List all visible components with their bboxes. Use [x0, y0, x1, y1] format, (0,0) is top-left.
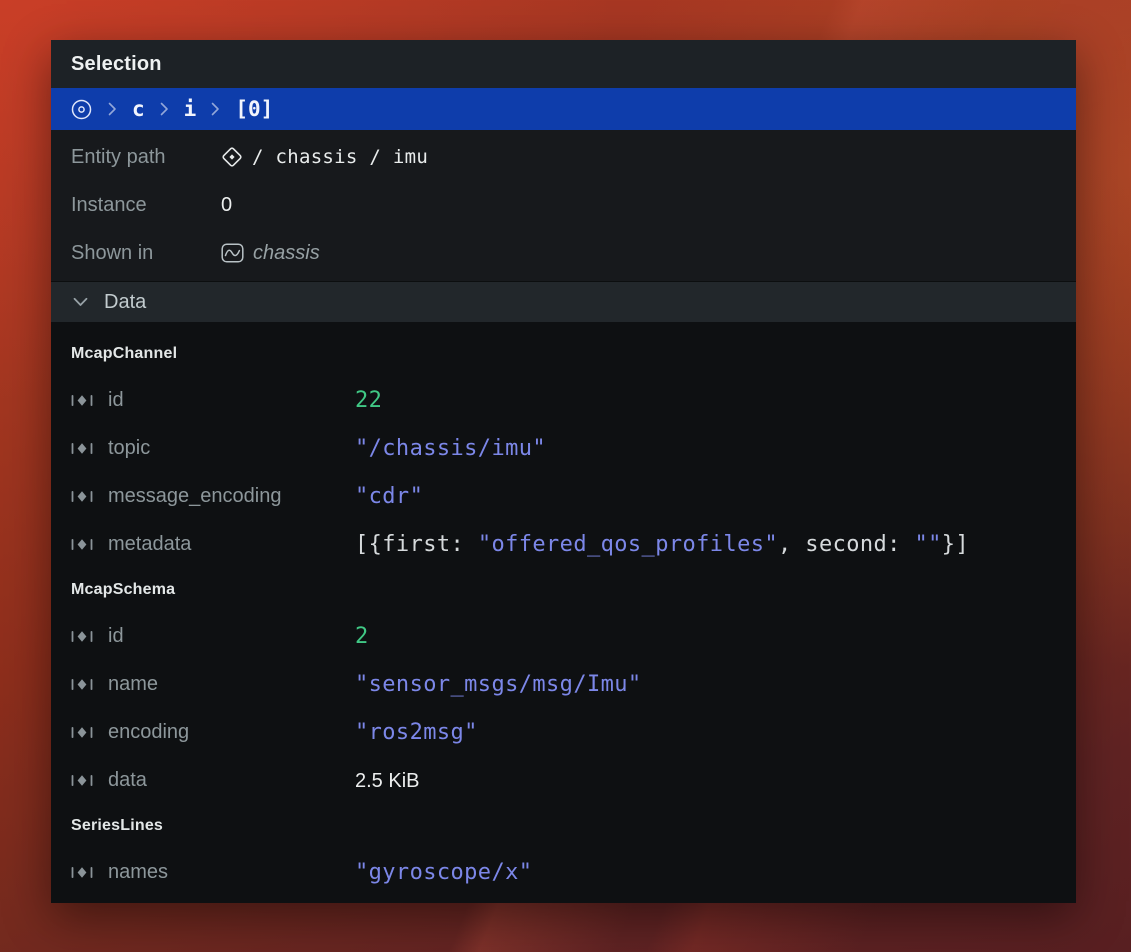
selection-info: Entity path / chassis / imu Instance 0 — [51, 130, 1076, 281]
component-row-schema-data[interactable]: data 2.5 KiB — [51, 756, 1076, 804]
instance-label: Instance — [71, 194, 221, 217]
chevron-right-icon — [160, 102, 169, 116]
value-part: , second: — [778, 532, 914, 557]
component-row-topic[interactable]: topic "/chassis/imu" — [51, 424, 1076, 472]
component-icon — [71, 490, 95, 503]
breadcrumb-item-chassis[interactable]: c — [132, 99, 145, 120]
shown-in-row: Shown in chassis — [51, 229, 1076, 277]
shown-in-label: Shown in — [71, 242, 221, 265]
panel-title: Selection — [71, 53, 162, 76]
data-section-content: McapChannel id 22 topic "/chassis/imu" — [51, 322, 1076, 903]
component-icon — [71, 866, 95, 879]
component-row-metadata[interactable]: metadata [{first: "offered_qos_profiles"… — [51, 520, 1076, 568]
entity-icon — [221, 146, 243, 168]
selection-panel: Selection c i [0] — [51, 40, 1076, 903]
component-value: 22 — [355, 388, 382, 413]
entity-path-row: Entity path / chassis / imu — [51, 133, 1076, 181]
instance-value: 0 — [221, 194, 232, 217]
component-label: data — [108, 769, 355, 792]
component-row-schema-encoding[interactable]: encoding "ros2msg" — [51, 708, 1076, 756]
value-part: "gyroscope/x" — [355, 860, 532, 885]
selection-panel-header: Selection — [51, 40, 1076, 88]
component-icon — [71, 774, 95, 787]
component-label: id — [108, 389, 355, 412]
chevron-right-icon — [211, 102, 220, 116]
component-icon — [71, 394, 95, 407]
value-part: "/chassis/imu" — [355, 436, 546, 461]
data-section-header[interactable]: Data — [51, 281, 1076, 322]
value-part: 22 — [355, 388, 382, 413]
breadcrumb-item-instance[interactable]: [0] — [235, 99, 273, 120]
group-title-mcapschema: McapSchema — [51, 568, 1076, 612]
breadcrumb-item-imu[interactable]: i — [184, 99, 197, 120]
component-label: encoding — [108, 721, 355, 744]
component-value: "gyroscope/x" — [355, 860, 532, 885]
component-label: message_encoding — [108, 485, 355, 508]
component-label: name — [108, 673, 355, 696]
value-part: 2.5 KiB — [355, 770, 419, 792]
component-icon — [71, 538, 95, 551]
component-icon — [71, 630, 95, 643]
component-label: id — [108, 625, 355, 648]
component-row-channel-id[interactable]: id 22 — [51, 376, 1076, 424]
component-value: "sensor_msgs/msg/Imu" — [355, 672, 642, 697]
shown-in-view-link[interactable]: chassis — [253, 242, 320, 265]
data-section-title: Data — [104, 291, 146, 314]
value-part: "cdr" — [355, 484, 423, 509]
component-row-message-encoding[interactable]: message_encoding "cdr" — [51, 472, 1076, 520]
component-value: 2.5 KiB — [355, 768, 419, 793]
value-part: }] — [942, 532, 969, 557]
component-label: metadata — [108, 533, 355, 556]
value-part: "offered_qos_profiles" — [478, 532, 778, 557]
component-icon — [71, 726, 95, 739]
component-value: "ros2msg" — [355, 720, 478, 745]
component-value: "cdr" — [355, 484, 423, 509]
desktop-wallpaper: Selection c i [0] — [0, 0, 1131, 952]
instance-row: Instance 0 — [51, 181, 1076, 229]
value-part: "ros2msg" — [355, 720, 478, 745]
value-part: 2 — [355, 624, 369, 649]
entity-path-value[interactable]: / chassis / imu — [252, 146, 428, 168]
timeseries-view-icon — [221, 243, 244, 263]
breadcrumb: c i [0] — [51, 88, 1076, 130]
value-part: "" — [914, 532, 941, 557]
component-row-names[interactable]: names "gyroscope/x" — [51, 848, 1076, 896]
chevron-down-icon — [73, 297, 88, 307]
group-title-serieslines: SeriesLines — [51, 804, 1076, 848]
group-title-mcapchannel: McapChannel — [51, 332, 1076, 376]
component-icon — [71, 678, 95, 691]
chevron-right-icon — [108, 102, 117, 116]
component-row-schema-id[interactable]: id 2 — [51, 612, 1076, 660]
component-value: 2 — [355, 624, 369, 649]
value-part: "sensor_msgs/msg/Imu" — [355, 672, 642, 697]
value-part: [{first: — [355, 532, 478, 557]
component-value: "/chassis/imu" — [355, 436, 546, 461]
component-label: names — [108, 861, 355, 884]
entity-path-label: Entity path — [71, 146, 221, 169]
component-row-schema-name[interactable]: name "sensor_msgs/msg/Imu" — [51, 660, 1076, 708]
component-icon — [71, 442, 95, 455]
component-value: [{first: "offered_qos_profiles", second:… — [355, 532, 969, 557]
component-label: topic — [108, 437, 355, 460]
entity-root-icon[interactable] — [70, 98, 93, 121]
